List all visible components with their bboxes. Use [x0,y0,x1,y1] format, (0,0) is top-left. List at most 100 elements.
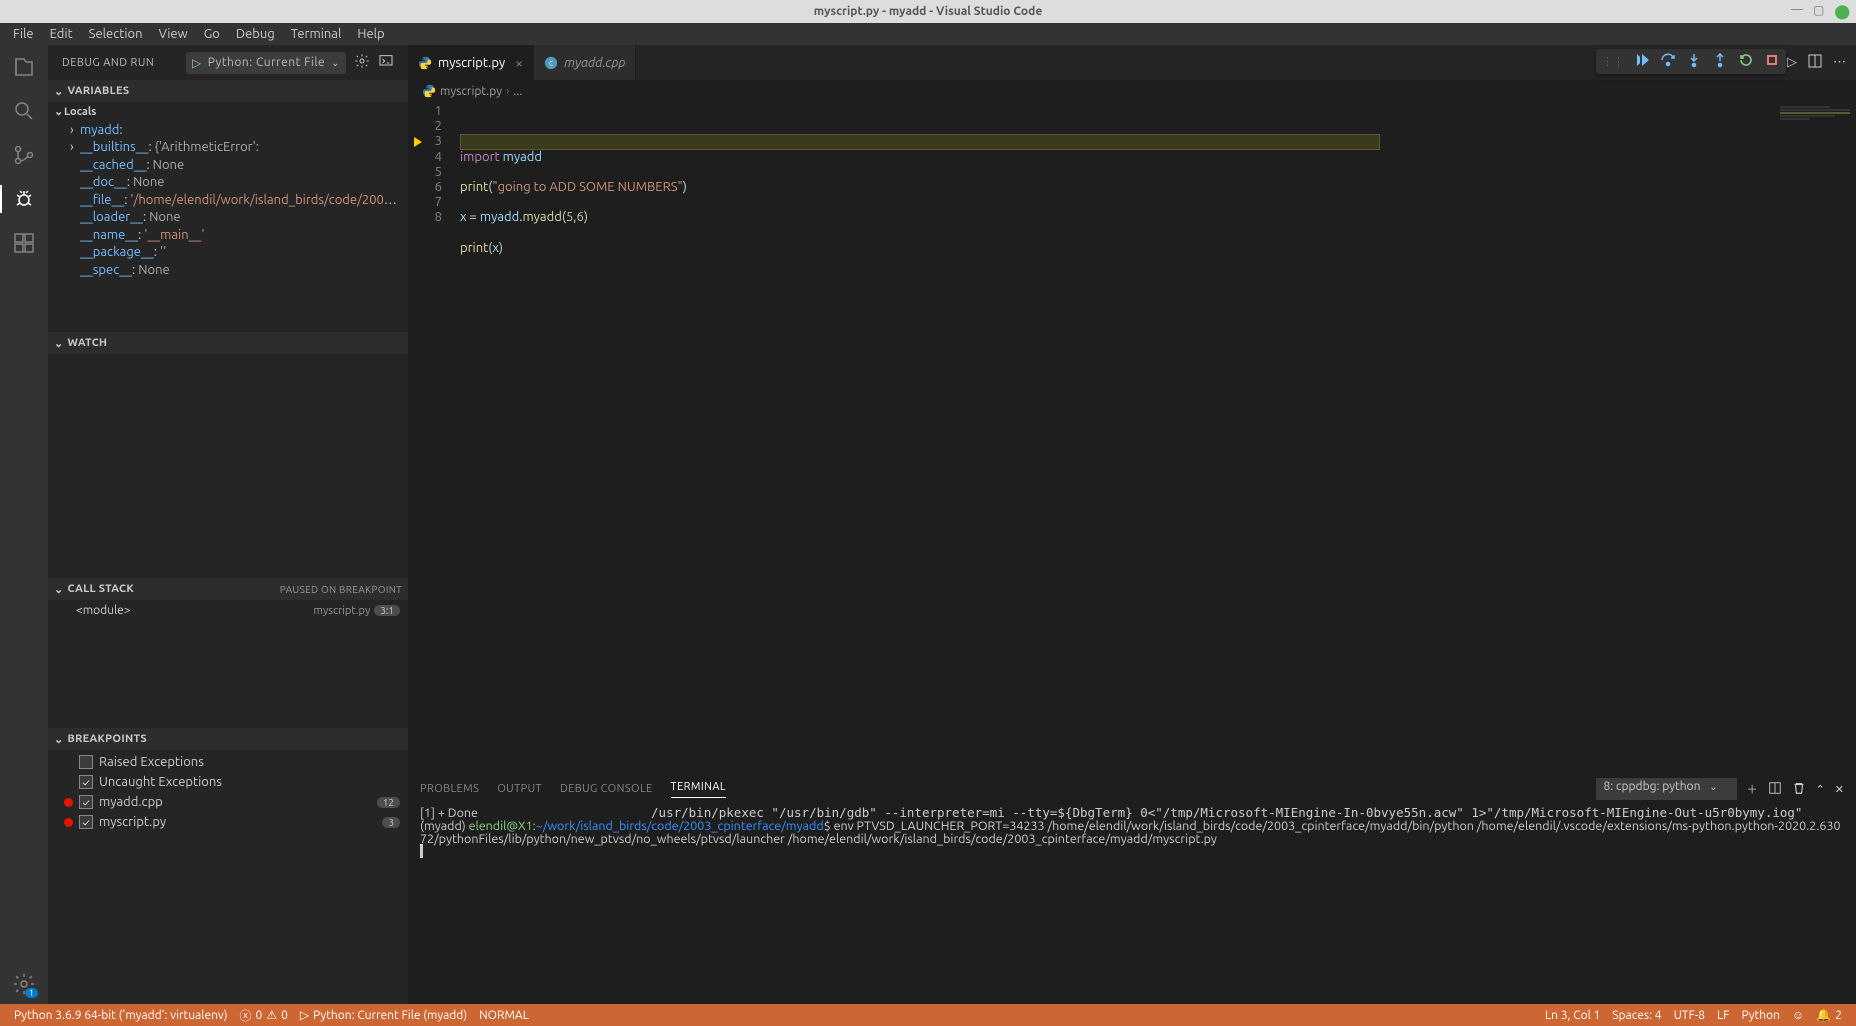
debug-config-dropdown[interactable]: ▷ Python: Current File ⌄ [186,52,346,74]
drag-grip-icon[interactable]: ⋮⋮ [1602,55,1624,68]
variable-row[interactable]: __name__: '__main__' [48,227,408,245]
indentation[interactable]: Spaces: 4 [1606,1008,1667,1022]
terminal-content[interactable]: [1] + Done /usr/bin/pkexec "/usr/bin/gdb… [408,805,1856,1004]
run-file-icon[interactable]: ▷ [1787,55,1797,70]
panel-tab-terminal[interactable]: TERMINAL [671,781,726,798]
menu-go[interactable]: Go [197,24,227,44]
line-number[interactable]: 2 [408,119,460,134]
checkbox[interactable] [79,795,93,809]
code-line[interactable] [460,256,1776,271]
checkbox[interactable] [79,755,93,769]
line-number[interactable]: 6 [408,180,460,195]
split-terminal-icon[interactable] [1768,781,1782,798]
editor-tab[interactable]: myscript.py× [408,45,534,80]
search-icon[interactable] [12,99,36,123]
debug-status[interactable]: ▷ Python: Current File (myadd) [294,1008,473,1022]
variable-row[interactable]: __spec__: None [48,262,408,280]
close-panel-icon[interactable]: ✕ [1835,783,1844,796]
start-debug-icon[interactable]: ▷ [192,56,202,70]
variable-row[interactable]: ›__builtins__: {'ArithmeticError': [48,139,408,157]
code-line[interactable] [460,226,1776,241]
debug-icon[interactable] [12,187,36,211]
breakpoint-row[interactable]: myscript.py3 [48,812,408,832]
maximize-button[interactable]: ▢ [1813,3,1824,20]
split-editor-icon[interactable] [1807,53,1823,72]
watch-header[interactable]: ⌄ WATCH [48,332,408,354]
problems-status[interactable]: ⓧ0 ⚠0 [234,1007,294,1024]
variable-row[interactable]: __doc__: None [48,174,408,192]
breakpoint-row[interactable]: myadd.cpp12 [48,792,408,812]
menu-file[interactable]: File [6,24,41,44]
callstack-header[interactable]: ⌄ CALL STACK PAUSED ON BREAKPOINT [48,578,408,600]
code-line[interactable]: print(x) [460,241,1776,256]
new-terminal-icon[interactable]: ＋ [1747,781,1758,797]
panel-tab-output[interactable]: OUTPUT [497,783,542,795]
code-line[interactable] [460,165,1776,180]
line-gutter[interactable]: 12345678 [408,102,460,772]
variables-header[interactable]: ⌄ VARIABLES [48,80,408,102]
menu-terminal[interactable]: Terminal [284,24,349,44]
line-number[interactable]: 1 [408,104,460,119]
minimap[interactable] [1776,102,1856,772]
line-number[interactable]: 7 [408,195,460,210]
checkbox[interactable] [79,815,93,829]
line-number[interactable]: 3 [408,134,460,149]
menu-edit[interactable]: Edit [43,24,80,44]
menu-help[interactable]: Help [350,24,391,44]
terminal-selector[interactable]: 8: cppdbg: python ⌄ [1596,778,1736,800]
locals-header[interactable]: ⌄Locals [48,104,408,122]
breakpoint-row[interactable]: Raised Exceptions [48,752,408,772]
panel-tab-debug-console[interactable]: DEBUG CONSOLE [560,783,653,795]
step-out-icon[interactable] [1712,52,1728,71]
code-line[interactable] [460,195,1776,210]
extensions-icon[interactable] [12,231,36,255]
source-control-icon[interactable] [12,143,36,167]
variable-row[interactable]: __file__: '/home/elendil/work/island_bir… [48,192,408,210]
more-actions-icon[interactable]: ⋯ [1833,55,1846,70]
cursor-position[interactable]: Ln 3, Col 1 [1539,1008,1606,1022]
notifications[interactable]: 🔔2 [1810,1008,1848,1022]
code-editor[interactable]: 12345678 import myadd print("going to AD… [408,102,1856,772]
breakpoints-header[interactable]: ⌄ BREAKPOINTS [48,728,408,750]
restart-icon[interactable] [1738,52,1754,71]
code-line[interactable]: import myadd [460,150,1776,165]
eol[interactable]: LF [1711,1008,1735,1022]
step-over-icon[interactable] [1660,52,1676,71]
maximize-panel-icon[interactable]: ⌃ [1816,783,1825,796]
stack-frame[interactable]: <module> myscript.py 3:1 [48,602,408,619]
line-number[interactable]: 8 [408,210,460,225]
language-mode[interactable]: Python [1735,1008,1786,1022]
menu-view[interactable]: View [152,24,195,44]
kill-terminal-icon[interactable] [1792,781,1806,798]
menu-debug[interactable]: Debug [229,24,282,44]
debug-settings-gear-icon[interactable] [354,53,370,72]
close-button[interactable]: ⬤ [1834,3,1850,20]
variable-row[interactable]: __package__: '' [48,244,408,262]
variable-row[interactable]: __cached__: None [48,157,408,175]
feedback-icon[interactable]: ☺ [1786,1008,1810,1022]
line-number[interactable]: 4 [408,150,460,165]
variable-row[interactable]: ›myadd: [48,122,408,140]
explorer-icon[interactable] [12,55,36,79]
close-tab-icon[interactable]: × [515,55,523,71]
breakpoint-row[interactable]: Uncaught Exceptions [48,772,408,792]
line-number[interactable]: 5 [408,165,460,180]
debug-toolbar[interactable]: ⋮⋮ [1596,49,1786,74]
step-into-icon[interactable] [1686,52,1702,71]
python-interpreter[interactable]: Python 3.6.9 64-bit ('myadd': virtualenv… [8,1009,234,1022]
editor-tab[interactable]: Cmyadd.cpp [534,45,636,80]
continue-icon[interactable] [1634,52,1650,71]
vim-mode[interactable]: NORMAL [473,1009,535,1022]
code-line[interactable]: x = myadd.myadd(5,6) [460,210,1776,225]
panel-tab-problems[interactable]: PROBLEMS [420,783,479,795]
menu-selection[interactable]: Selection [82,24,150,44]
settings-gear-icon[interactable] [12,972,36,996]
variable-row[interactable]: __loader__: None [48,209,408,227]
code-content[interactable]: import myadd print("going to ADD SOME NU… [460,102,1776,772]
debug-console-icon[interactable] [378,53,394,72]
breadcrumb[interactable]: myscript.py › ... [408,80,1856,102]
checkbox[interactable] [79,775,93,789]
minimize-button[interactable]: — [1791,3,1803,20]
encoding[interactable]: UTF-8 [1668,1008,1711,1022]
stop-icon[interactable] [1764,52,1780,71]
